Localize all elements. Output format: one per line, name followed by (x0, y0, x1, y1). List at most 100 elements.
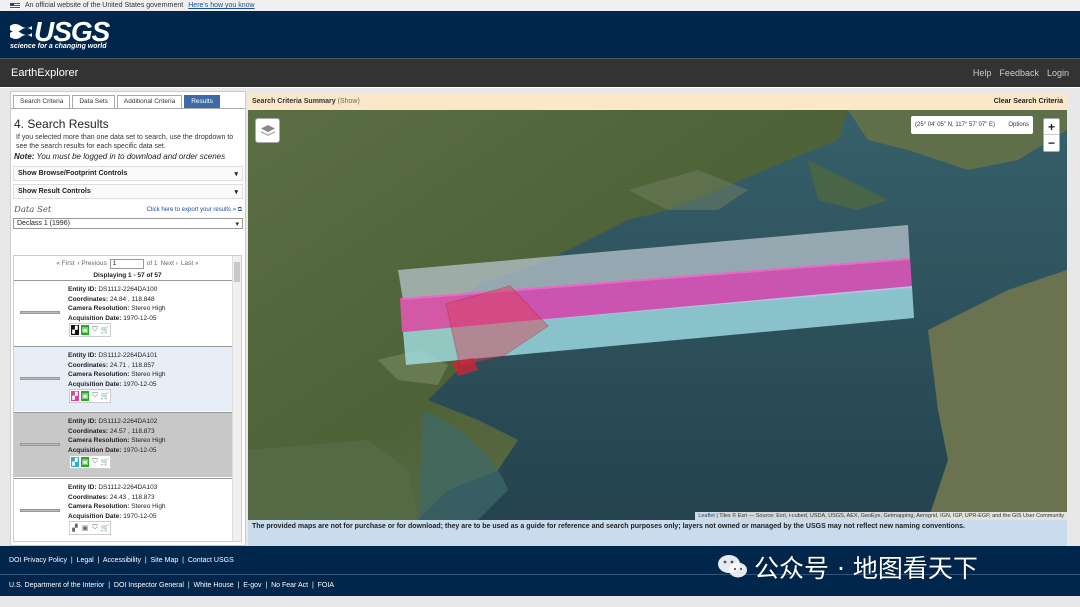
tab-bar: Search Criteria Data Sets Additional Cri… (11, 92, 245, 109)
result-item[interactable]: Entity ID: DS1112-2264DA101 Coordinates:… (14, 346, 232, 411)
pager: « First ‹ Previous 1 of 1 Next › Last » (14, 256, 241, 269)
browse-overlay-icon[interactable]: ▣ (81, 325, 89, 335)
cart-icon[interactable]: 🛒 (101, 523, 110, 533)
coordinates: 24.43 , 118.873 (109, 493, 155, 501)
gov-banner-text: An official website of the United States… (25, 2, 184, 9)
cart-icon[interactable]: 🛒 (101, 457, 110, 467)
camera-resolution: Stereo High (131, 437, 166, 444)
chevron-down-icon: ▾ (234, 170, 238, 178)
entity-id: DS1112-2264DA100 (98, 286, 158, 293)
scrollbar-thumb[interactable] (234, 262, 240, 282)
map-panel: Search Criteria Summary (Show) Clear Sea… (248, 93, 1067, 546)
results-scrollbar[interactable] (232, 256, 241, 541)
page-input[interactable]: 1 (109, 258, 144, 269)
browse-overlay-icon[interactable]: ▣ (81, 523, 89, 533)
footer-secondary-text[interactable]: U.S. Department of the Interior | DOI In… (9, 582, 334, 589)
export-results-link[interactable]: Click here to export your results » ⧉ (147, 207, 242, 214)
dataset-selected-value: Declass 1 (1996) (17, 220, 70, 227)
coordinates: 24.84 , 118.848 (109, 295, 155, 303)
map-canvas[interactable]: (25° 04' 05" N, 117° 57' 07" E) Options … (248, 110, 1067, 520)
coordinates-label: Coordinates: (68, 295, 109, 303)
tab-data-sets[interactable]: Data Sets (72, 95, 115, 108)
pager-first[interactable]: « First (56, 260, 74, 267)
result-controls[interactable]: Show Result Controls ▾ (13, 184, 243, 199)
clear-criteria-button[interactable]: Clear Search Criteria (994, 98, 1063, 105)
results-intro: If you selected more than one data set t… (16, 134, 234, 150)
resolution-label: Camera Resolution: (68, 305, 130, 312)
pager-previous[interactable]: ‹ Previous (77, 260, 106, 267)
browse-thumbnail[interactable] (20, 311, 60, 314)
map-options-button[interactable]: Options (1008, 122, 1029, 128)
date-label: Acquisition Date: (68, 380, 122, 388)
result-actions: ▞ ▣ ⛉ 🛒 (69, 455, 111, 469)
app-links: Help Feedback Login (973, 68, 1069, 78)
login-note: Note: You must be logged in to download … (11, 151, 245, 163)
tab-additional-criteria[interactable]: Additional Criteria (116, 95, 183, 108)
watermark: 公众号 · 地图看天下 (718, 549, 978, 585)
leaflet-link[interactable]: Leaflet (698, 513, 715, 519)
bulk-download-icon[interactable]: ⛉ (91, 391, 99, 401)
tab-search-criteria[interactable]: Search Criteria (13, 95, 71, 108)
result-item[interactable]: Entity ID: DS1112-2264DA102 Coordinates:… (14, 412, 232, 477)
entity-id-label: Entity ID: (68, 484, 97, 491)
entity-id-label: Entity ID: (68, 418, 97, 425)
browse-overlay-icon[interactable]: ▣ (81, 457, 89, 467)
bulk-download-icon[interactable]: ⛉ (91, 523, 99, 533)
browse-thumbnail[interactable] (20, 443, 60, 446)
export-results-text: Click here to export your results » (146, 206, 237, 213)
chevron-down-icon: ▾ (234, 188, 238, 196)
bulk-download-icon[interactable]: ⛉ (91, 457, 99, 467)
gov-banner-link[interactable]: Here's how you know (188, 2, 254, 9)
us-flag-icon (10, 2, 20, 9)
cart-icon[interactable]: 🛒 (101, 325, 110, 335)
pager-last[interactable]: Last » (181, 260, 199, 267)
coordinates-label: Coordinates: (68, 493, 109, 501)
criteria-show-link[interactable]: (Show) (338, 98, 360, 105)
footprint-icon[interactable]: ▞ (71, 391, 79, 401)
footprint-icon[interactable]: ▞ (71, 325, 79, 335)
result-actions: ▞ ▣ ⛉ 🛒 (69, 323, 111, 337)
note-label: Note: (14, 152, 35, 161)
footprint-icon[interactable]: ▞ (71, 523, 79, 533)
result-item[interactable]: Entity ID: DS1112-2264DA100 Coordinates:… (14, 280, 232, 345)
camera-resolution: Stereo High (131, 305, 166, 312)
acquisition-date: 1970-12-05 (123, 446, 157, 454)
note-text: You must be logged in to download and or… (34, 152, 226, 161)
login-link[interactable]: Login (1047, 68, 1069, 78)
gov-banner: An official website of the United States… (0, 0, 1080, 11)
layers-button[interactable] (255, 118, 280, 143)
camera-resolution: Stereo High (131, 503, 166, 510)
pager-next[interactable]: Next › (161, 260, 178, 267)
zoom-in-button[interactable]: + (1044, 119, 1059, 135)
dataset-label: Data Set (14, 205, 52, 215)
coordinate-readout: (25° 04' 05" N, 117° 57' 07" E) Options (911, 116, 1033, 134)
logo-tagline: science for a changing world (10, 43, 107, 50)
usgs-logo[interactable]: USGS science for a changing world (10, 18, 110, 50)
coordinates-label: Coordinates: (68, 361, 109, 369)
help-link[interactable]: Help (973, 68, 992, 78)
bulk-download-icon[interactable]: ⛉ (91, 325, 99, 335)
acquisition-date: 1970-12-05 (123, 314, 157, 322)
entity-id-label: Entity ID: (68, 286, 97, 293)
criteria-summary-toggle[interactable]: Search Criteria Summary (Show) (252, 98, 360, 105)
feedback-link[interactable]: Feedback (999, 68, 1039, 78)
footer-primary-text[interactable]: DOI Privacy Policy | Legal | Accessibili… (9, 557, 234, 564)
dataset-select[interactable]: Declass 1 (1996) ▾ (13, 218, 243, 229)
browse-overlay-icon[interactable]: ▣ (81, 391, 89, 401)
zoom-out-button[interactable]: − (1044, 135, 1059, 151)
result-controls-label: Show Result Controls (18, 188, 91, 195)
browse-thumbnail[interactable] (20, 377, 60, 380)
browse-footprint-controls[interactable]: Show Browse/Footprint Controls ▾ (13, 166, 243, 181)
results-heading: 4. Search Results (14, 117, 109, 131)
cart-icon[interactable]: 🛒 (101, 391, 110, 401)
coordinates: 24.71 , 118.857 (109, 361, 155, 369)
footprint-icon[interactable]: ▞ (71, 457, 79, 467)
tab-results[interactable]: Results (184, 95, 220, 108)
result-actions: ▞ ▣ ⛉ 🛒 (69, 389, 111, 403)
map-disclaimer: The provided maps are not for purchase o… (248, 520, 1067, 546)
app-title[interactable]: EarthExplorer (11, 67, 78, 79)
browse-thumbnail[interactable] (20, 509, 60, 512)
result-item[interactable]: Entity ID: DS1112-2264DA103 Coordinates:… (14, 478, 232, 541)
result-actions: ▞ ▣ ⛉ 🛒 (69, 521, 111, 535)
bottom-strip (0, 596, 1080, 607)
